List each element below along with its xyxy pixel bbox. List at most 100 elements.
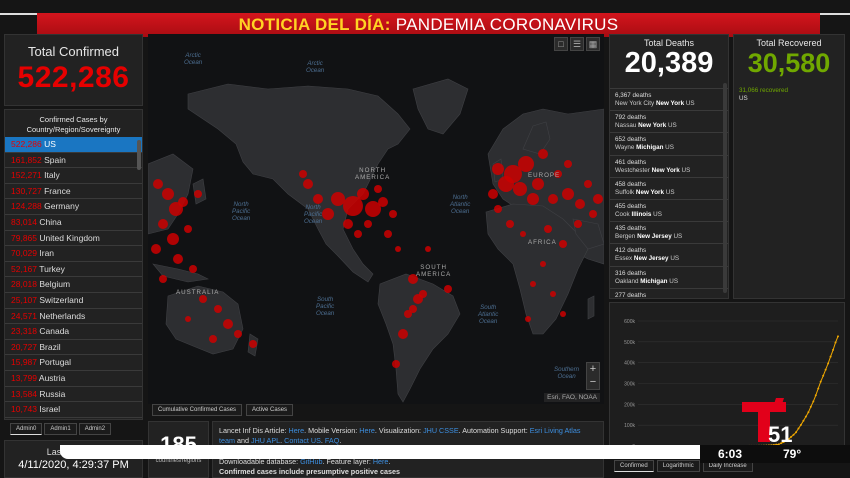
label-south-atlantic: South Atlantic Ocean <box>478 304 499 325</box>
country-name: Switzerland <box>39 294 84 305</box>
lancet-link[interactable]: Here <box>289 426 305 435</box>
country-name: France <box>44 185 71 196</box>
death-row[interactable]: 461 deaths Westchester New York US <box>610 154 728 177</box>
label-arctic-ocean-2: Arctic Ocean <box>306 60 325 74</box>
case-hotspot <box>374 185 382 193</box>
death-row[interactable]: 6,367 deaths New York City New York US <box>610 88 728 110</box>
country-count: 83,014 <box>11 216 37 227</box>
basemap-grid-icon[interactable]: ▦ <box>586 37 600 51</box>
chart-point <box>834 341 837 344</box>
jhu-apl-link[interactable]: JHU APL <box>251 436 280 445</box>
death-count: 458 deaths <box>615 180 647 188</box>
country-row[interactable]: 161,852 Spain <box>5 153 142 169</box>
jhu-csse-link[interactable]: JHU CSSE <box>423 426 459 435</box>
tab-admin0[interactable]: Admin0 <box>10 423 43 435</box>
country-list-scrollbar[interactable] <box>137 140 141 170</box>
country-row[interactable]: 522,286 US <box>5 137 142 153</box>
world-map[interactable]: Arctic Ocean Arctic Ocean North Pacific … <box>148 34 604 404</box>
chart-ytick-label: 200k <box>624 402 635 408</box>
country-row[interactable]: 28,018 Belgium <box>5 277 142 293</box>
country-row[interactable]: 152,271 Italy <box>5 168 142 184</box>
death-row[interactable]: 652 deaths Wayne Michigan US <box>610 132 728 154</box>
country-row[interactable]: 124,288 Germany <box>5 199 142 215</box>
case-hotspot <box>409 305 417 313</box>
tab-admin2[interactable]: Admin2 <box>78 423 112 435</box>
esri-living-atlas-link[interactable]: Esri Living Atlas <box>530 426 581 435</box>
country-count: 15,987 <box>11 357 37 368</box>
country-row[interactable]: 23,318 Canada <box>5 324 142 340</box>
death-row[interactable]: 316 deaths Oakland Michigan US <box>610 265 728 288</box>
case-hotspot <box>151 244 161 254</box>
death-row[interactable]: 455 deaths Cook Illinois US <box>610 198 728 221</box>
bookmark-icon[interactable]: □ <box>554 37 568 51</box>
tab-admin1[interactable]: Admin1 <box>44 423 77 435</box>
death-state: Michigan <box>636 144 664 152</box>
mobile-version-link[interactable]: Here <box>359 426 375 435</box>
tab-cumulative-confirmed[interactable]: Cumulative Confirmed Cases <box>152 404 243 416</box>
station-number: 51 <box>768 422 792 446</box>
country-row[interactable]: 10,450 Korea, South <box>5 418 142 419</box>
deaths-list-scrollbar[interactable] <box>723 83 727 293</box>
death-count: 435 deaths <box>615 225 647 233</box>
death-row[interactable]: 435 deaths Bergen New Jersey US <box>610 221 728 243</box>
tab-chart-logarithmic[interactable]: Logarithmic <box>656 460 700 472</box>
case-hotspot <box>574 220 582 228</box>
label-north-america: NORTH AMERICA <box>355 167 391 181</box>
death-row[interactable]: 277 deathsKing Washington US <box>610 287 728 298</box>
country-row[interactable]: 130,727 France <box>5 184 142 200</box>
chart-point <box>797 427 800 430</box>
country-name: United Kingdom <box>39 232 100 243</box>
layers-icon[interactable]: ☰ <box>570 37 584 51</box>
cases-chart-panel: 0100k200k300k400k500k600k <box>609 302 845 457</box>
case-hotspot <box>532 178 544 190</box>
country-row[interactable]: 79,865 United Kingdom <box>5 231 142 247</box>
zoom-in-button[interactable]: + <box>587 363 599 376</box>
country-name: Canada <box>39 326 70 337</box>
team-link[interactable]: team <box>219 436 235 445</box>
chart-ytick-label: 100k <box>624 423 635 429</box>
country-row[interactable]: 13,799 Austria <box>5 371 142 387</box>
country-row[interactable]: 83,014 China <box>5 215 142 231</box>
country-count: 161,852 <box>11 154 42 165</box>
info-text: . Automation Support: <box>458 426 530 435</box>
country-row[interactable]: 20,727 Brazil <box>5 340 142 356</box>
label-africa: AFRICA <box>528 239 557 246</box>
country-name: Belgium <box>39 279 71 290</box>
country-count: 10,743 <box>11 404 37 415</box>
country-row[interactable]: 52,167 Turkey <box>5 262 142 278</box>
contact-us-link[interactable]: Contact US <box>284 436 321 445</box>
tab-active-cases[interactable]: Active Cases <box>246 404 294 416</box>
country-row[interactable]: 10,743 Israel <box>5 402 142 418</box>
case-hotspot <box>249 340 257 348</box>
death-country: US <box>685 100 695 107</box>
country-list: 522,286 US 161,852 Spain 152,271 Italy 130,… <box>5 137 142 419</box>
country-row[interactable]: 24,571 Netherlands <box>5 309 142 325</box>
telemundo-51-logo: 51 <box>742 398 792 446</box>
death-count: 455 deaths <box>615 202 647 210</box>
time-display: 6:03 <box>718 447 743 461</box>
country-row[interactable]: 13,584 Russia <box>5 387 142 403</box>
case-hotspot <box>540 261 546 267</box>
case-hotspot <box>527 193 539 205</box>
case-hotspot <box>560 311 566 317</box>
case-hotspot <box>584 180 592 188</box>
death-row[interactable]: 412 deaths Essex New Jersey US <box>610 243 728 265</box>
total-deaths-value: 20,389 <box>624 47 714 79</box>
death-country: US <box>670 255 680 263</box>
death-row[interactable]: 792 deaths Nassau New York US <box>610 110 728 132</box>
death-state: New York <box>655 100 685 107</box>
tab-chart-confirmed[interactable]: Confirmed <box>614 460 654 472</box>
case-hotspot <box>299 170 307 178</box>
death-place: Wayne <box>615 144 635 152</box>
country-row[interactable]: 70,029 Iran <box>5 246 142 262</box>
country-row[interactable]: 25,107 Switzerland <box>5 293 142 309</box>
label-north-atlantic: North Atlantic Ocean <box>450 194 471 215</box>
country-row[interactable]: 15,987 Portugal <box>5 355 142 371</box>
faq-link[interactable]: FAQ <box>325 436 339 445</box>
zoom-out-button[interactable]: − <box>587 376 599 389</box>
info-text: . Mobile Version: <box>304 426 360 435</box>
case-hotspot <box>209 335 217 343</box>
death-row[interactable]: 458 deaths Suffolk New York US <box>610 176 728 199</box>
case-hotspot <box>162 188 174 200</box>
death-state: New York <box>651 166 680 174</box>
